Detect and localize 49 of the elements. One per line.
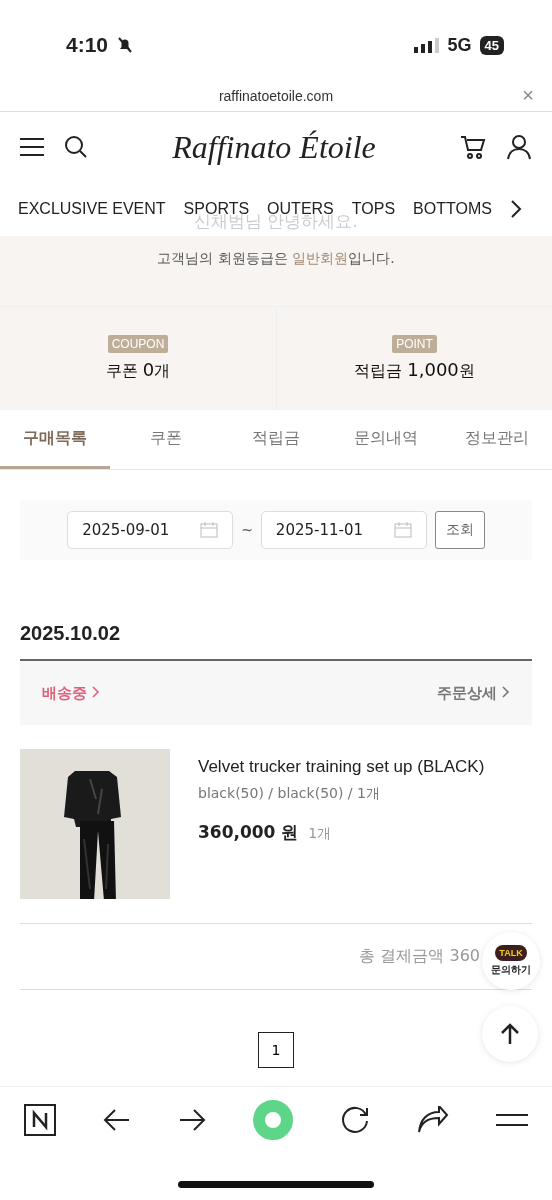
forward-button[interactable] xyxy=(177,1107,206,1132)
benefit-value: 적립금 1,000원 xyxy=(354,359,475,382)
benefit-label: POINT xyxy=(392,335,437,353)
nav-link[interactable]: EXCLUSIVE EVENT xyxy=(18,200,166,218)
product-name[interactable]: Velvet trucker training set up (BLACK) xyxy=(198,757,485,777)
product-price: 360,000 원 xyxy=(198,821,299,844)
clock: 4:10 xyxy=(66,33,109,57)
chevron-right-icon xyxy=(502,685,510,698)
calendar-icon xyxy=(200,522,219,538)
brand-logo[interactable]: Raffinato Étoile xyxy=(108,128,440,166)
battery-level: 45 xyxy=(479,35,504,55)
tab[interactable]: 문의내역 xyxy=(331,410,442,469)
signal-icon xyxy=(413,37,440,53)
account-button[interactable] xyxy=(506,134,532,160)
total-amount: 총 결제금액 360 xyxy=(359,946,480,967)
start-date-field[interactable]: 2025-09-01 xyxy=(67,511,234,549)
order-detail-link[interactable]: 주문상세 xyxy=(436,683,510,703)
page-button[interactable]: 1 xyxy=(258,1032,294,1068)
calendar-icon xyxy=(393,522,412,538)
tab[interactable]: 쿠폰 xyxy=(110,410,221,469)
share-button[interactable] xyxy=(417,1105,450,1134)
product-option: black(50) / black(50) / 1개 xyxy=(198,785,485,803)
nav-link[interactable]: TOPS xyxy=(351,200,396,218)
menu-button[interactable] xyxy=(496,1112,529,1127)
member-grade-text: 고객님의 회원등급은 일반회원입니다. xyxy=(157,250,395,268)
benefit-value: 쿠폰 0개 xyxy=(105,359,171,382)
menu-button[interactable] xyxy=(20,137,44,157)
close-button[interactable]: × xyxy=(522,84,534,107)
product-quantity: 1개 xyxy=(308,825,332,843)
benefit-label: COUPON xyxy=(107,335,169,353)
cart-button[interactable] xyxy=(460,134,486,160)
network-type: 5G xyxy=(447,34,472,56)
nav-link[interactable]: BOTTOMS xyxy=(413,200,492,218)
home-button[interactable] xyxy=(23,1103,56,1136)
back-button[interactable] xyxy=(102,1107,131,1132)
tab[interactable]: 정보관리 xyxy=(441,410,552,469)
chevron-right-icon[interactable] xyxy=(509,199,522,219)
url-text: raffinatoetoile.com xyxy=(218,87,334,104)
tab[interactable]: 구매목록 xyxy=(0,410,111,469)
tab[interactable]: 적립금 xyxy=(220,410,332,469)
reload-button[interactable] xyxy=(340,1104,371,1135)
search-button[interactable]: 조회 xyxy=(434,511,485,549)
chat-button[interactable]: TALK 문의하기 xyxy=(482,932,540,990)
scroll-top-button[interactable] xyxy=(482,1006,538,1062)
end-date-field[interactable]: 2025-11-01 xyxy=(260,511,427,549)
search-button[interactable] xyxy=(64,135,88,159)
range-separator: ~ xyxy=(241,522,253,538)
muted-bell-icon xyxy=(116,36,135,54)
chevron-right-icon xyxy=(92,685,101,698)
